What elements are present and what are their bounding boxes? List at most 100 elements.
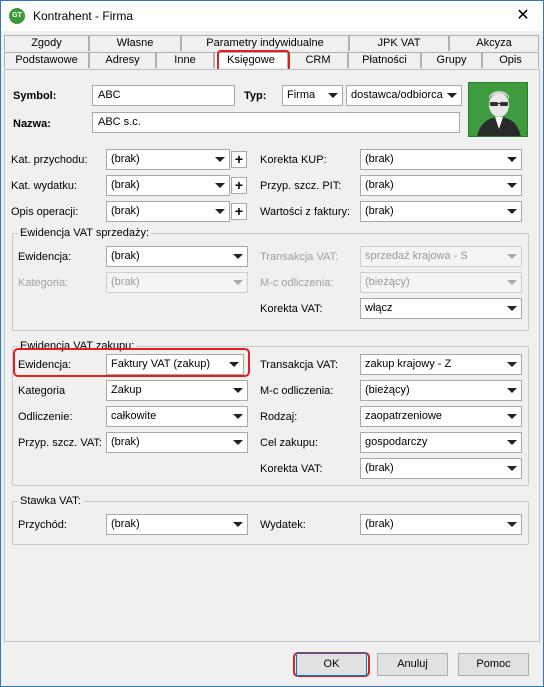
wydatek-select[interactable]: (brak) — [360, 514, 522, 535]
vat-purchase-mc-label: M-c odliczenia: — [260, 385, 334, 397]
vat-purchase-korekta-select[interactable]: (brak) — [360, 458, 522, 479]
kat-przychodu-select[interactable]: (brak) — [106, 149, 230, 170]
wartosci-select[interactable]: (brak) — [360, 201, 522, 222]
wartosci-value: (brak) — [365, 205, 394, 217]
vat-purchase-odliczenie-select[interactable]: całkowite — [106, 406, 248, 427]
chevron-down-icon — [233, 522, 243, 527]
vat-purchase-korekta-label: Korekta VAT: — [260, 463, 323, 475]
vat-sales-korekta-select[interactable]: włącz — [360, 298, 522, 319]
add-kat-wydatku-button[interactable]: + — [231, 177, 247, 194]
vat-purchase-transakcja-value: zakup krajowy - Z — [365, 358, 452, 370]
korekta-kup-value: (brak) — [365, 153, 394, 165]
nazwa-input[interactable]: ABC s.c. — [92, 112, 460, 133]
vat-sales-ewidencja-value: (brak) — [111, 250, 140, 262]
vat-sales-ewidencja-select[interactable]: (brak) — [106, 246, 248, 267]
przychod-select[interactable]: (brak) — [106, 514, 248, 535]
chevron-down-icon — [507, 414, 517, 419]
vat-purchase-odliczenie-value: całkowite — [111, 410, 157, 422]
przyp-pit-select[interactable]: (brak) — [360, 175, 522, 196]
chevron-down-icon — [507, 280, 517, 285]
tab-jpk-vat[interactable]: JPK VAT — [349, 35, 449, 51]
chevron-down-icon — [229, 362, 239, 367]
przyp-pit-label: Przyp. szcz. PIT: — [260, 180, 342, 192]
chevron-down-icon — [233, 388, 243, 393]
ok-button[interactable]: OK — [296, 653, 367, 676]
vat-sales-mc-value: (bieżący) — [365, 276, 410, 288]
vat-sales-kategoria-value: (brak) — [111, 276, 140, 288]
wydatek-value: (brak) — [365, 518, 394, 530]
korekta-kup-label: Korekta KUP: — [260, 154, 327, 166]
vat-sales-mc-select: (bieżący) — [360, 272, 522, 293]
tab-parametry[interactable]: Parametry indywidualne — [181, 35, 349, 51]
kat-przychodu-label: Kat. przychodu: — [11, 154, 88, 166]
vat-purchase-kategoria-select[interactable]: Zakup — [106, 380, 248, 401]
symbol-input[interactable]: ABC — [92, 85, 235, 106]
vat-sales-mc-label: M-c odliczenia: — [260, 277, 334, 289]
add-opis-operacji-button[interactable]: + — [231, 203, 247, 220]
tab-podstawowe[interactable]: Podstawowe — [4, 52, 89, 68]
kat-wydatku-label: Kat. wydatku: — [11, 180, 78, 192]
chevron-down-icon — [233, 440, 243, 445]
add-kat-przychodu-button[interactable]: + — [231, 151, 247, 168]
chevron-down-icon — [233, 414, 243, 419]
symbol-label: Symbol: — [13, 90, 57, 102]
chevron-down-icon — [507, 466, 517, 471]
kat-przychodu-value: (brak) — [111, 153, 140, 165]
title-bar: GT Kontrahent - Firma ✕ — [1, 1, 543, 31]
vat-sales-korekta-label: Korekta VAT: — [260, 303, 323, 315]
chevron-down-icon — [447, 93, 457, 98]
tab-platnosci[interactable]: Płatności — [348, 52, 421, 68]
przychod-value: (brak) — [111, 518, 140, 530]
chevron-down-icon — [507, 440, 517, 445]
help-button[interactable]: Pomoc — [458, 653, 529, 676]
chevron-down-icon — [233, 254, 243, 259]
person-icon — [477, 91, 521, 136]
wartosci-label: Wartości z faktury: — [260, 206, 351, 218]
chevron-down-icon — [215, 209, 225, 214]
tab-akcyza[interactable]: Akcyza — [449, 35, 539, 51]
vat-purchase-rodzaj-select[interactable]: zaopatrzeniowe — [360, 406, 522, 427]
nazwa-label: Nazwa: — [13, 118, 51, 130]
chevron-down-icon — [507, 362, 517, 367]
tab-zgody[interactable]: Zgody — [4, 35, 89, 51]
tab-adresy[interactable]: Adresy — [89, 52, 156, 68]
opis-operacji-select[interactable]: (brak) — [106, 201, 230, 222]
typ2-select-value: dostawca/odbiorca — [351, 89, 443, 101]
chevron-down-icon — [507, 388, 517, 393]
vat-purchase-kategoria-value: Zakup — [111, 384, 142, 396]
vat-purchase-przyp-label: Przyp. szcz. VAT: — [18, 437, 102, 449]
vat-sales-kategoria-label: Kategoria: — [18, 277, 69, 289]
typ2-select[interactable]: dostawca/odbiorca — [346, 85, 462, 106]
kat-wydatku-value: (brak) — [111, 179, 140, 191]
vat-purchase-transakcja-select[interactable]: zakup krajowy - Z — [360, 354, 522, 375]
app-icon: GT — [9, 8, 25, 24]
chevron-down-icon — [507, 209, 517, 214]
tab-opis[interactable]: Opis — [482, 52, 539, 68]
przychod-label: Przychód: — [18, 519, 67, 531]
chevron-down-icon — [507, 183, 517, 188]
vat-purchase-odliczenie-label: Odliczenie: — [18, 411, 73, 423]
avatar — [468, 82, 528, 137]
tab-crm[interactable]: CRM — [288, 52, 348, 68]
cancel-button[interactable]: Anuluj — [377, 653, 448, 676]
typ-label: Typ: — [244, 90, 267, 102]
typ-select[interactable]: Firma — [282, 85, 343, 106]
close-icon[interactable]: ✕ — [511, 5, 535, 27]
vat-purchase-przyp-select[interactable]: (brak) — [106, 432, 248, 453]
tab-inne[interactable]: Inne — [156, 52, 214, 68]
chevron-down-icon — [507, 157, 517, 162]
vat-purchase-cel-select[interactable]: gospodarczy — [360, 432, 522, 453]
vat-purchase-transakcja-label: Transakcja VAT: — [260, 359, 339, 371]
przyp-pit-value: (brak) — [365, 179, 394, 191]
chevron-down-icon — [507, 522, 517, 527]
tab-wlasne[interactable]: Własne — [89, 35, 181, 51]
vat-purchase-mc-select[interactable]: (bieżący) — [360, 380, 522, 401]
kat-wydatku-select[interactable]: (brak) — [106, 175, 230, 196]
vat-purchase-kategoria-label: Kategoria — [18, 385, 66, 397]
korekta-kup-select[interactable]: (brak) — [360, 149, 522, 170]
vat-purchase-ewidencja-select[interactable]: Faktury VAT (zakup) — [106, 354, 244, 375]
vat-purchase-cel-label: Cel zakupu: — [260, 437, 319, 449]
vat-sales-transakcja-select: sprzedaż krajowa - S — [360, 246, 522, 267]
tab-grupy[interactable]: Grupy — [421, 52, 482, 68]
chevron-down-icon — [215, 183, 225, 188]
